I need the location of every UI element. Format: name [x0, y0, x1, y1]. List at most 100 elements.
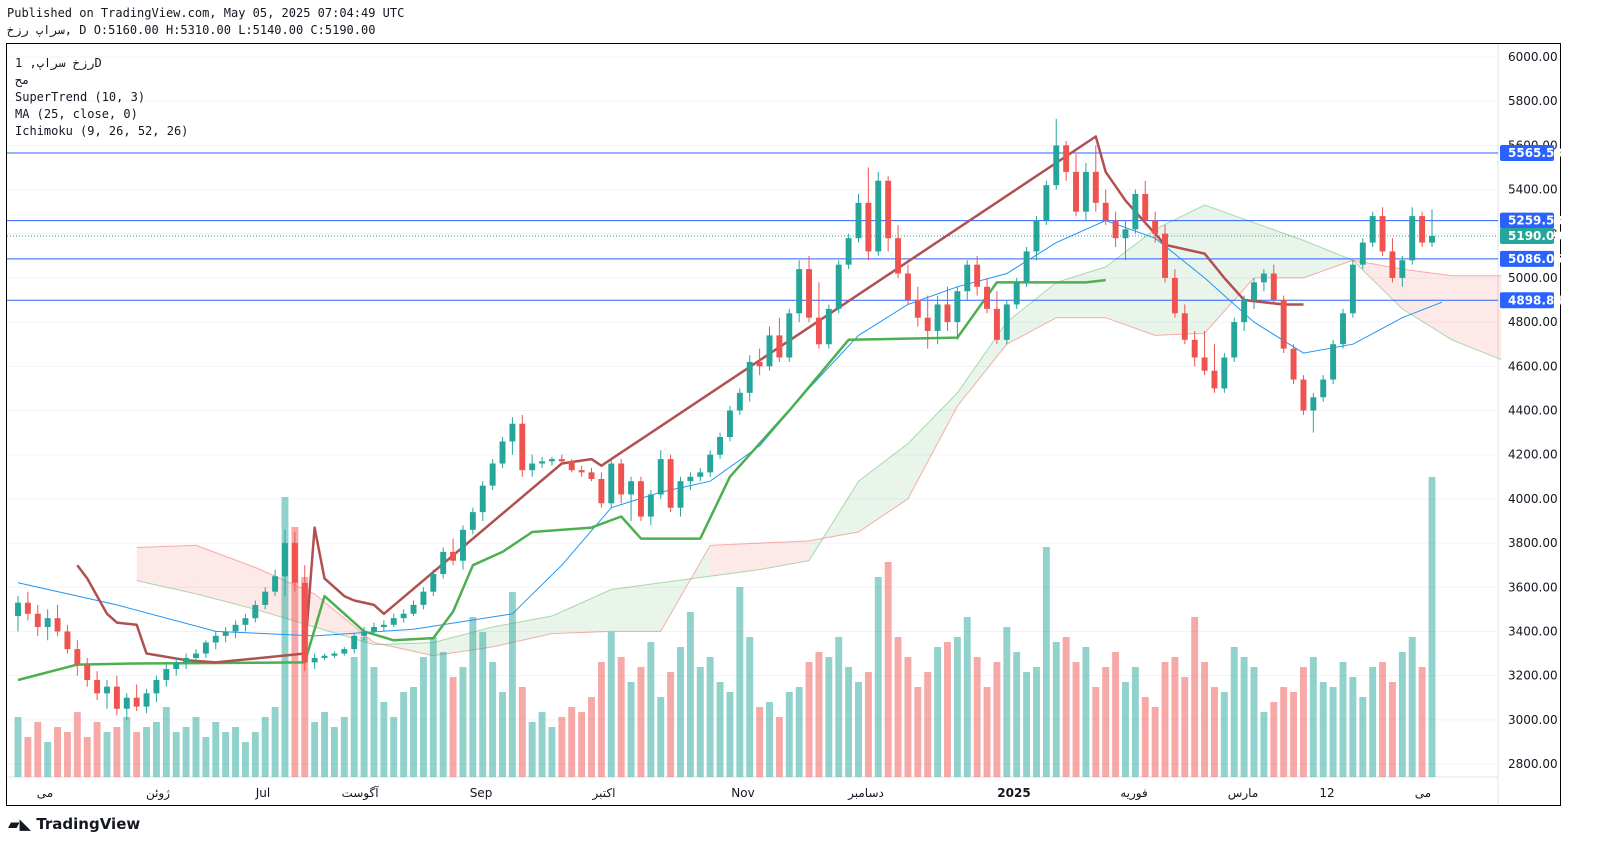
price-tag-label: 4898.84 — [1508, 293, 1563, 307]
volume-bar — [894, 637, 902, 777]
candle-body — [380, 624, 387, 628]
candle — [1419, 211, 1426, 248]
volume-bar — [1211, 687, 1218, 777]
volume-bar — [726, 692, 734, 777]
candle — [1102, 189, 1109, 225]
candle-body — [430, 573, 437, 592]
volume-bar — [1309, 657, 1317, 777]
volume-bar — [864, 672, 872, 777]
volume-bar — [508, 592, 516, 777]
x-tick-label: Jul — [255, 786, 270, 800]
candle-body — [469, 512, 476, 530]
candle — [885, 176, 892, 252]
volume-bar — [1220, 692, 1228, 777]
candle — [519, 414, 526, 477]
legend-ichimoku[interactable]: Ichimoku (9, 26, 52, 26) — [15, 123, 188, 140]
candle — [1082, 163, 1089, 221]
candle-body — [1369, 216, 1376, 243]
volume-bar — [874, 577, 882, 777]
candle-body — [1023, 251, 1030, 283]
legend-supertrend[interactable]: SuperTrend (10, 3) — [15, 89, 188, 106]
volume-bar — [845, 667, 853, 777]
candle-body — [1191, 339, 1198, 358]
x-tick-label: فوریه — [1120, 786, 1148, 801]
price-chart[interactable]: 2800.00 3000.00 3200.00 3400.00 3600.00 3800.… — [0, 0, 1598, 858]
candle-body — [529, 463, 536, 471]
cloud-segment — [1451, 275, 1502, 360]
candle-body — [341, 649, 348, 654]
volume-bar — [1023, 672, 1031, 777]
candle — [677, 476, 684, 517]
candle-body — [1201, 357, 1208, 371]
legend-ma[interactable]: MA (25, close, 0) — [15, 106, 188, 123]
candle — [331, 651, 338, 658]
volume-bar — [113, 727, 121, 777]
volume-bar — [924, 672, 932, 777]
legend-symbol[interactable]: رزخ سراپ, 1D — [15, 55, 188, 72]
candle-body — [1043, 185, 1050, 221]
candle-body — [242, 618, 249, 625]
candle — [390, 613, 397, 628]
candle-body — [1003, 304, 1010, 340]
candle-body — [1330, 344, 1337, 380]
volume-bar — [766, 702, 773, 777]
candle-body — [707, 454, 714, 473]
volume-bar — [271, 707, 279, 777]
volume-bar — [311, 722, 319, 777]
candle — [1053, 118, 1060, 190]
candle-body — [1241, 300, 1248, 323]
volume-bar — [499, 692, 506, 777]
candle-body — [954, 291, 961, 323]
candle-body — [1181, 313, 1188, 340]
volume-bar — [568, 707, 576, 777]
candle-body — [262, 591, 269, 605]
candle — [618, 459, 625, 504]
candle — [835, 260, 842, 314]
volume-bar — [558, 717, 566, 777]
candle-body — [94, 680, 101, 694]
candle-body — [361, 631, 368, 636]
cloud-segment — [1254, 222, 1304, 278]
candle — [746, 355, 753, 402]
volume-bar — [162, 707, 170, 777]
candle-body — [440, 551, 447, 574]
volume-bar — [1141, 697, 1149, 777]
candle — [904, 264, 911, 305]
candle-body — [1122, 229, 1129, 239]
candle — [183, 653, 190, 669]
volume-bar — [390, 717, 398, 777]
candle-body — [618, 463, 625, 495]
volume-bar — [1052, 642, 1060, 777]
y-tick-label: 5000.00 — [1508, 271, 1558, 285]
candle-body — [993, 308, 1000, 340]
volume-bar — [1191, 617, 1199, 777]
candle — [1251, 277, 1257, 309]
candle-body — [450, 551, 457, 561]
y-tick-label: 3400.00 — [1508, 624, 1558, 638]
volume-bar — [1230, 647, 1238, 777]
volume-bar — [815, 652, 823, 777]
candle-body — [1082, 171, 1089, 212]
candle — [1063, 140, 1070, 181]
volume-bar — [360, 637, 368, 777]
candle-body — [301, 582, 308, 663]
volume-bar — [212, 722, 220, 777]
candle — [242, 613, 249, 632]
volume-bar — [914, 687, 922, 777]
tradingview-logo[interactable]: ▰◣ TradingView — [8, 815, 140, 833]
volume-bar — [667, 672, 675, 777]
volume-bar — [103, 732, 111, 777]
candle — [84, 657, 91, 687]
x-tick-label: Nov — [731, 786, 754, 800]
candle-body — [598, 478, 605, 504]
cloud-segment — [710, 543, 760, 577]
volume-bar — [746, 637, 754, 777]
candle-body — [1171, 277, 1178, 314]
candle — [776, 317, 783, 362]
candle-body — [865, 202, 872, 252]
candle-body — [628, 481, 635, 495]
y-tick-label: 5800.00 — [1508, 94, 1558, 108]
volume-bar — [785, 692, 793, 777]
candle-body — [904, 273, 911, 301]
volume-bar — [202, 737, 210, 777]
